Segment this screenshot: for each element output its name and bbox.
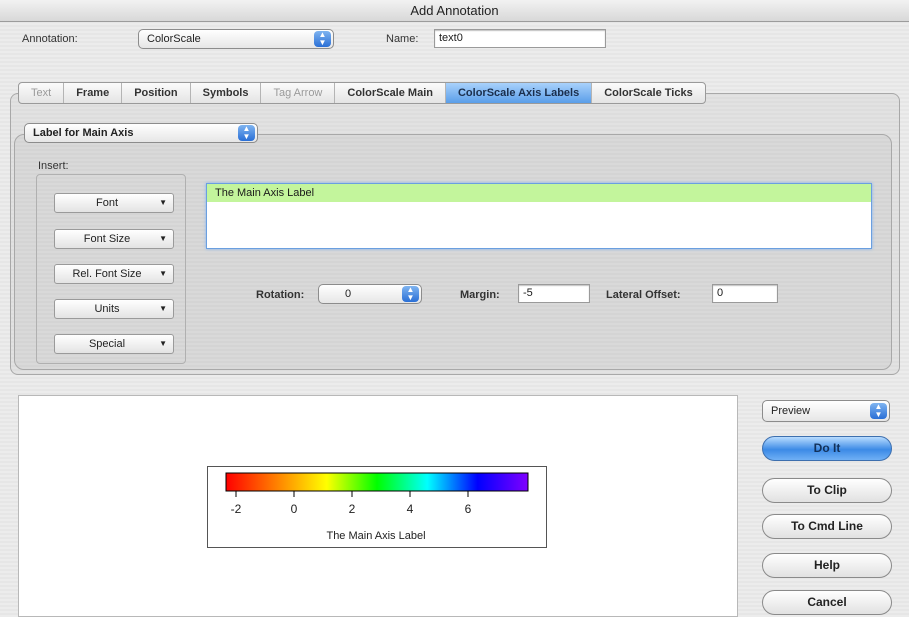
tab-position[interactable]: Position — [122, 83, 191, 103]
tab-colorscale-ticks[interactable]: ColorScale Ticks — [592, 83, 704, 103]
insert-special-label: Special — [88, 338, 126, 350]
margin-label: Margin: — [460, 289, 500, 301]
preview-select[interactable]: Preview ▲ ▼ — [762, 400, 890, 422]
insert-rel-font-size-label: Rel. Font Size — [72, 268, 142, 280]
tab-symbols[interactable]: Symbols — [191, 83, 262, 103]
dropdown-triangle-icon: ▼ — [159, 339, 167, 348]
tab-colorscale-axis-labels[interactable]: ColorScale Axis Labels — [445, 83, 593, 103]
colorscale-svg: -2 0 2 4 6 The Main Axis Label — [225, 472, 529, 542]
popup-arrows-icon: ▲ ▼ — [314, 31, 331, 47]
annotation-type-select[interactable]: ColorScale ▲ ▼ — [138, 29, 334, 49]
colorscale-preview: -2 0 2 4 6 The Main Axis Label — [207, 466, 547, 548]
insert-units-label: Units — [94, 303, 120, 315]
to-cmd-line-button[interactable]: To Cmd Line — [762, 514, 892, 539]
tab-colorscale-main[interactable]: ColorScale Main — [335, 83, 446, 103]
popup-arrows-icon: ▲ ▼ — [870, 403, 887, 419]
rotation-select[interactable]: 0 ▲ ▼ — [318, 284, 422, 304]
cancel-button[interactable]: Cancel — [762, 590, 892, 615]
preview-area: -2 0 2 4 6 The Main Axis Label — [18, 395, 738, 617]
lateral-offset-field[interactable]: 0 — [712, 284, 778, 303]
insert-font-size-button[interactable]: Font Size ▼ — [54, 229, 174, 249]
do-it-button[interactable]: Do It — [762, 436, 892, 461]
lateral-offset-label: Lateral Offset: — [606, 289, 681, 301]
popup-arrows-icon: ▲ ▼ — [402, 286, 419, 302]
insert-rel-font-size-button[interactable]: Rel. Font Size ▼ — [54, 264, 174, 284]
tab-frame[interactable]: Frame — [64, 83, 123, 103]
insert-label: Insert: — [38, 160, 69, 172]
annotation-type-value: ColorScale — [147, 33, 201, 45]
colorscale-tick-label: 2 — [349, 502, 356, 516]
tab-text: Text — [19, 83, 65, 103]
colorscale-tick-label: 6 — [465, 502, 472, 516]
name-label: Name: — [386, 33, 419, 45]
tab-bar: Text Frame Position Symbols Tag Arrow ColorSc… — [18, 82, 706, 104]
add-annotation-dialog: Add Annotation Annotation: ColorScale ▲ ▼… — [0, 0, 909, 617]
insert-font-button[interactable]: Font ▼ — [54, 193, 174, 213]
insert-units-button[interactable]: Units ▼ — [54, 299, 174, 319]
annotation-label: Annotation: — [22, 33, 78, 45]
axis-label-text: The Main Axis Label — [207, 184, 871, 202]
axis-select-value: Label for Main Axis — [33, 127, 134, 139]
dropdown-triangle-icon: ▼ — [159, 269, 167, 278]
to-clip-button[interactable]: To Clip — [762, 478, 892, 503]
insert-font-size-label: Font Size — [83, 233, 131, 245]
colorscale-tick-label: -2 — [231, 502, 242, 516]
preview-select-value: Preview — [771, 405, 811, 417]
colorscale-tick-label: 4 — [407, 502, 414, 516]
margin-field[interactable]: -5 — [518, 284, 590, 303]
colorscale-axis-label: The Main Axis Label — [326, 530, 425, 542]
insert-special-button[interactable]: Special ▼ — [54, 334, 174, 354]
tab-tag-arrow: Tag Arrow — [261, 83, 336, 103]
colorscale-tick-label: 0 — [291, 502, 298, 516]
help-button[interactable]: Help — [762, 553, 892, 578]
popup-arrows-icon: ▲ ▼ — [238, 125, 255, 141]
rotation-label: Rotation: — [256, 289, 305, 301]
axis-label-textarea[interactable]: The Main Axis Label — [206, 183, 872, 249]
colorscale-bar — [225, 472, 529, 492]
insert-font-label: Font — [95, 197, 118, 209]
axis-select[interactable]: Label for Main Axis ▲ ▼ — [24, 123, 258, 143]
name-field[interactable]: text0 — [434, 29, 606, 48]
dropdown-triangle-icon: ▼ — [159, 304, 167, 313]
dropdown-triangle-icon: ▼ — [159, 234, 167, 243]
window-title: Add Annotation — [0, 0, 909, 22]
rotation-value: 0 — [345, 288, 352, 300]
dropdown-triangle-icon: ▼ — [159, 198, 167, 207]
